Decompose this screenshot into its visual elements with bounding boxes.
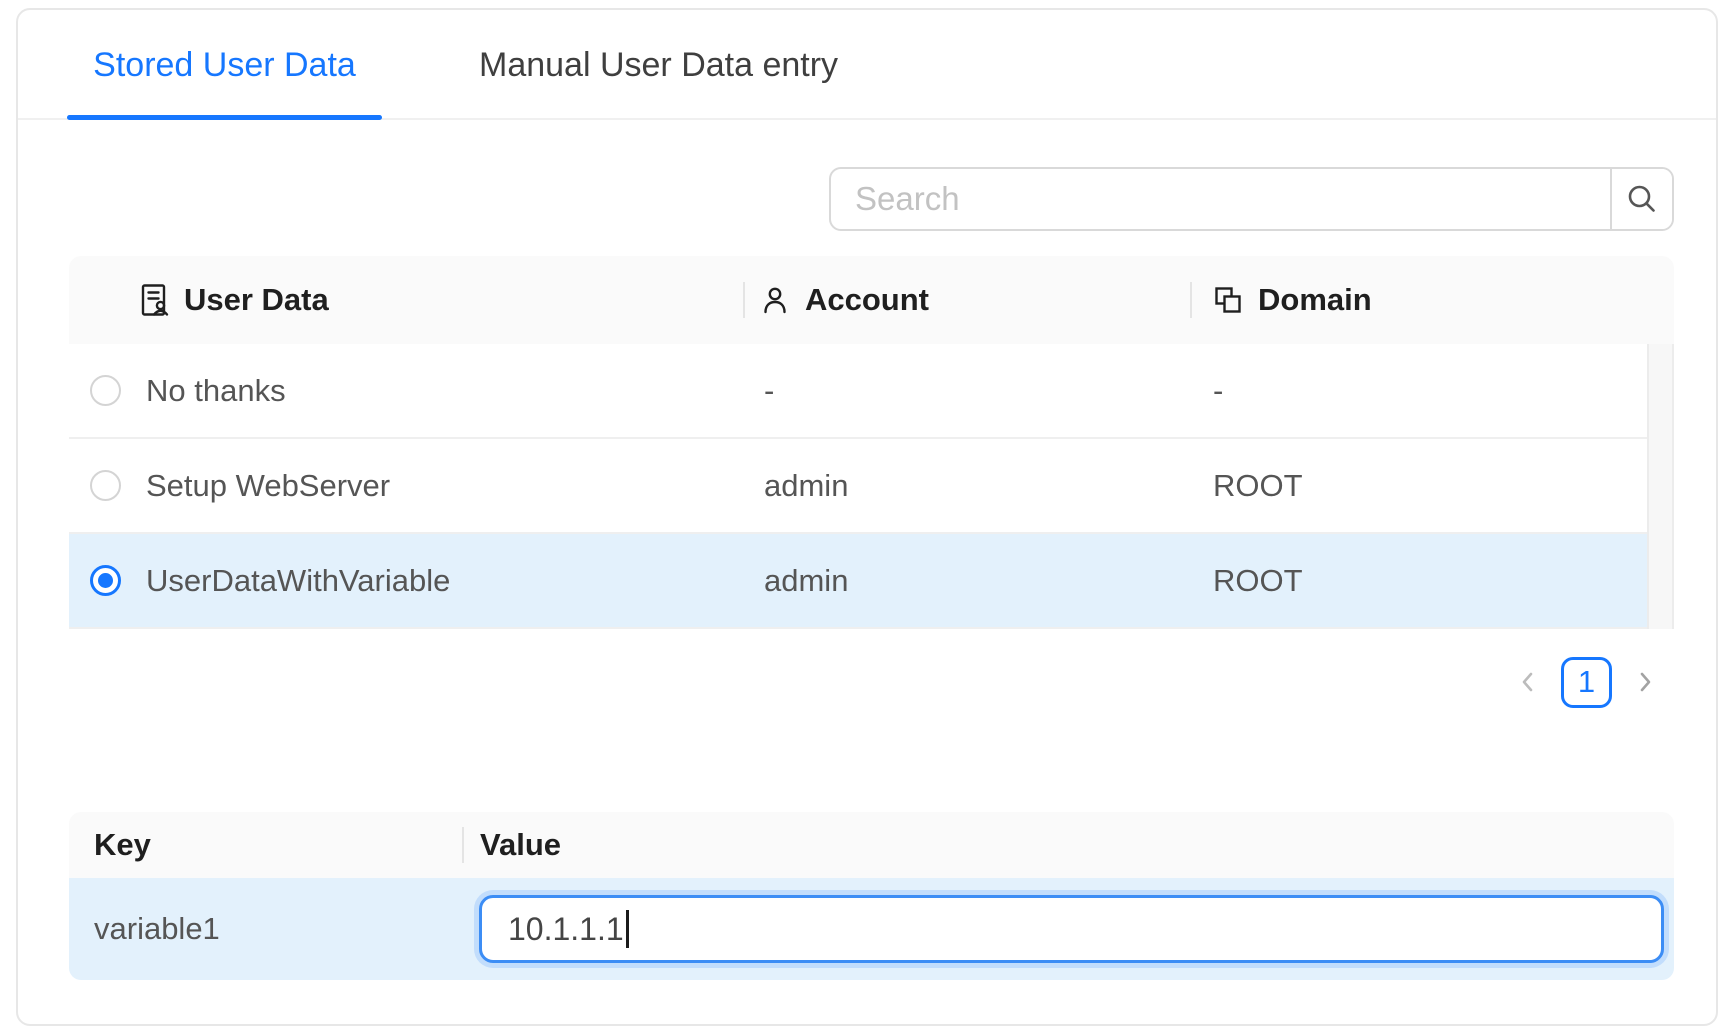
column-label: User Data bbox=[184, 282, 329, 318]
tab-bar: Stored User Data Manual User Data entry bbox=[18, 10, 1716, 120]
account-cell: admin bbox=[764, 439, 848, 532]
column-label: Account bbox=[805, 282, 929, 318]
chevron-left-icon bbox=[1514, 668, 1542, 696]
search-input[interactable] bbox=[831, 169, 1610, 229]
key-value-header: Key Value bbox=[69, 812, 1674, 878]
pagination: 1 bbox=[1513, 652, 1660, 712]
account-cell: admin bbox=[764, 534, 848, 627]
key-value-row: variable1 10.1.1.1 bbox=[69, 878, 1674, 980]
key-value-table: Key Value variable1 10.1.1.1 bbox=[69, 812, 1674, 980]
column-header-key: Key bbox=[94, 812, 151, 878]
user-data-cell: UserDataWithVariable bbox=[146, 534, 450, 627]
row-radio-button-checked[interactable] bbox=[90, 565, 121, 596]
column-header-user-data: User Data bbox=[139, 256, 329, 344]
stored-user-data-panel: Stored User Data Manual User Data entry bbox=[16, 8, 1718, 1026]
table-scrollbar[interactable] bbox=[1647, 344, 1674, 629]
text-cursor bbox=[626, 910, 629, 948]
value-input-text: 10.1.1.1 bbox=[508, 911, 624, 948]
column-header-domain: Domain bbox=[1212, 256, 1372, 344]
user-data-table: User Data Account bbox=[69, 256, 1674, 629]
domain-cell: ROOT bbox=[1213, 534, 1303, 627]
table-row-selected[interactable]: UserDataWithVariable admin ROOT bbox=[69, 534, 1674, 629]
chevron-right-icon bbox=[1631, 668, 1659, 696]
user-data-cell: Setup WebServer bbox=[146, 439, 390, 532]
header-divider bbox=[743, 282, 745, 318]
page-number-button[interactable]: 1 bbox=[1561, 657, 1612, 708]
header-divider bbox=[462, 827, 464, 863]
value-input[interactable]: 10.1.1.1 bbox=[479, 895, 1664, 963]
next-page-button[interactable] bbox=[1630, 652, 1660, 712]
search-box bbox=[829, 167, 1674, 231]
row-radio-button[interactable] bbox=[90, 470, 121, 501]
table-row[interactable]: Setup WebServer admin ROOT bbox=[69, 439, 1674, 534]
variable-key-label: variable1 bbox=[94, 878, 220, 980]
account-cell: - bbox=[764, 344, 774, 437]
column-header-account: Account bbox=[759, 256, 929, 344]
tab-manual-user-data-entry[interactable]: Manual User Data entry bbox=[479, 10, 838, 120]
domain-cell: ROOT bbox=[1213, 439, 1303, 532]
active-tab-indicator bbox=[67, 115, 382, 120]
user-data-cell: No thanks bbox=[146, 344, 286, 437]
column-header-value: Value bbox=[480, 812, 561, 878]
column-label: Domain bbox=[1258, 282, 1372, 318]
search-button[interactable] bbox=[1610, 169, 1672, 229]
search-icon bbox=[1624, 181, 1660, 217]
previous-page-button[interactable] bbox=[1513, 652, 1543, 712]
header-divider bbox=[1190, 282, 1192, 318]
overlapping-squares-icon bbox=[1212, 284, 1244, 316]
user-document-icon bbox=[139, 283, 170, 317]
table-row[interactable]: No thanks - - bbox=[69, 344, 1674, 439]
tab-stored-user-data[interactable]: Stored User Data bbox=[67, 10, 382, 120]
domain-cell: - bbox=[1213, 344, 1223, 437]
row-radio-button[interactable] bbox=[90, 375, 121, 406]
table-header: User Data Account bbox=[69, 256, 1674, 344]
person-icon bbox=[759, 284, 791, 316]
